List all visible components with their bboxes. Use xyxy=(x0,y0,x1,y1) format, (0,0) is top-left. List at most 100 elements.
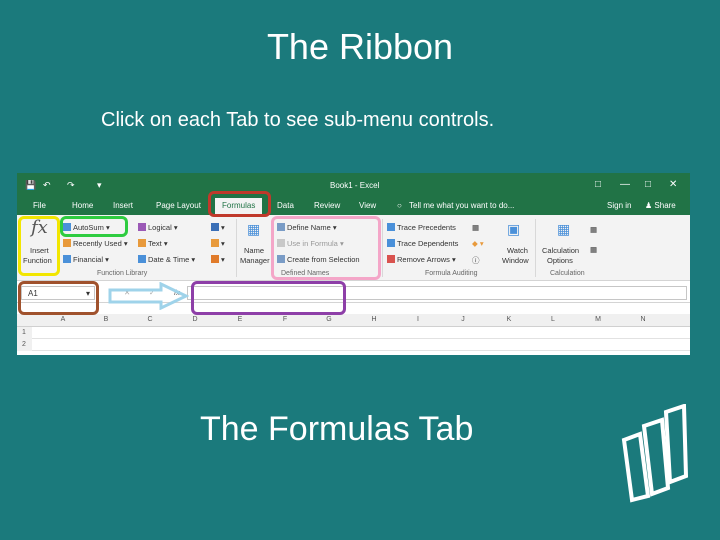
show-formulas-icon[interactable]: ▦ xyxy=(472,223,479,232)
share-button[interactable]: ♟ Share xyxy=(645,201,676,210)
recently-used-label: Recently Used xyxy=(73,239,122,248)
trace-dependents-label: Trace Dependents xyxy=(397,239,459,248)
text-label: Text xyxy=(148,239,162,248)
tab-insert[interactable]: Insert xyxy=(113,201,133,210)
redo-icon[interactable]: ↷ xyxy=(67,180,75,191)
column-header[interactable]: C xyxy=(142,316,158,323)
logo xyxy=(621,404,689,503)
calculation-options-label-1: Calculation xyxy=(542,246,580,255)
name-manager-icon: ▦ xyxy=(247,221,261,237)
row-number[interactable]: 2 xyxy=(17,339,32,351)
column-header[interactable]: A xyxy=(55,316,71,323)
slide-caption: The Formulas Tab xyxy=(200,410,474,448)
column-headers: A B C D E F G H I J K L M N xyxy=(17,314,690,327)
tab-view[interactable]: View xyxy=(359,201,376,210)
logical-icon xyxy=(138,223,146,231)
remove-arrows-icon xyxy=(387,255,395,263)
tell-me-box[interactable]: Tell me what you want to do... xyxy=(409,201,514,210)
close-icon[interactable]: ✕ xyxy=(669,179,677,190)
column-header[interactable]: F xyxy=(277,316,293,323)
recently-used-button[interactable]: Recently Used ▾ xyxy=(63,239,128,248)
sign-in-link[interactable]: Sign in xyxy=(607,201,631,210)
share-label: Share xyxy=(654,201,676,210)
remove-arrows-label: Remove Arrows xyxy=(397,255,450,264)
calculator-icon: ▦ xyxy=(557,221,571,237)
column-header[interactable]: N xyxy=(635,316,651,323)
highlight-autosum xyxy=(60,216,128,237)
watch-window-icon: ▣ xyxy=(507,221,521,237)
error-checking-icon[interactable]: ◆ ▾ xyxy=(472,239,484,248)
customize-qat-icon[interactable]: ▾ xyxy=(97,180,102,191)
minimize-icon[interactable]: — xyxy=(620,179,630,190)
share-icon: ♟ xyxy=(645,201,653,210)
column-header[interactable]: K xyxy=(501,316,517,323)
remove-arrows-button[interactable]: Remove Arrows ▾ xyxy=(387,255,456,264)
date-time-button[interactable]: Date & Time ▾ xyxy=(138,255,195,264)
title-bar: 💾 ↶ ↷ ▾ Book1 - Excel □ — □ ✕ xyxy=(17,173,690,197)
date-time-label: Date & Time xyxy=(148,255,190,264)
more-functions-button[interactable]: ▾ xyxy=(211,255,225,264)
column-header[interactable]: J xyxy=(455,316,471,323)
separator xyxy=(382,219,383,277)
tab-home[interactable]: Home xyxy=(72,201,93,210)
highlight-formulas-tab xyxy=(208,191,271,217)
tab-data[interactable]: Data xyxy=(277,201,294,210)
maximize-icon[interactable]: □ xyxy=(645,179,651,190)
column-header[interactable]: G xyxy=(321,316,337,323)
lightbulb-icon: ○ xyxy=(397,201,402,210)
financial-icon xyxy=(63,255,71,263)
table-row: 2 xyxy=(17,339,690,351)
math-icon xyxy=(211,239,219,247)
lookup-icon xyxy=(211,223,219,231)
ribbon-display-icon[interactable]: □ xyxy=(595,179,601,190)
text-icon xyxy=(138,239,146,247)
math-trig-button[interactable]: ▾ xyxy=(211,239,225,248)
column-header[interactable]: B xyxy=(98,316,114,323)
trace-precedents-label: Trace Precedents xyxy=(397,223,456,232)
highlight-defined-names xyxy=(271,216,381,280)
column-header[interactable]: E xyxy=(232,316,248,323)
column-header[interactable]: M xyxy=(590,316,606,323)
evaluate-formula-icon[interactable]: ⓘ xyxy=(472,255,480,266)
highlight-name-box xyxy=(18,281,99,315)
table-row: 1 xyxy=(17,327,690,339)
window-title: Book1 - Excel xyxy=(330,181,380,190)
text-button[interactable]: Text ▾ xyxy=(138,239,168,248)
trace-precedents-button[interactable]: Trace Precedents xyxy=(387,223,456,232)
lookup-reference-button[interactable]: ▾ xyxy=(211,223,225,232)
highlight-insert-function xyxy=(18,216,60,276)
tab-review[interactable]: Review xyxy=(314,201,340,210)
name-manager-label-2: Manager xyxy=(240,256,270,265)
save-icon[interactable]: 💾 xyxy=(25,180,36,191)
trace-precedents-icon xyxy=(387,223,395,231)
formula-auditing-label: Formula Auditing xyxy=(425,270,478,277)
column-header[interactable]: L xyxy=(545,316,561,323)
calculate-sheet-icon[interactable]: ▦ xyxy=(590,245,597,254)
undo-icon[interactable]: ↶ xyxy=(43,180,51,191)
slide-title: The Ribbon xyxy=(266,26,454,67)
trace-dependents-icon xyxy=(387,239,395,247)
watch-window-label-1: Watch xyxy=(507,246,528,255)
calculation-options-label-2: Options xyxy=(547,256,573,265)
column-header[interactable]: I xyxy=(410,316,426,323)
calculate-now-icon[interactable]: ▦ xyxy=(590,225,597,234)
logical-button[interactable]: Logical ▾ xyxy=(138,223,178,232)
row-number[interactable]: 1 xyxy=(17,327,32,339)
arrow-right-icon xyxy=(108,282,189,310)
financial-button[interactable]: Financial ▾ xyxy=(63,255,109,264)
more-functions-icon xyxy=(211,255,219,263)
column-header[interactable]: H xyxy=(366,316,382,323)
tab-page-layout[interactable]: Page Layout xyxy=(156,201,201,210)
calendar-icon xyxy=(138,255,146,263)
name-manager-label-1: Name xyxy=(244,246,265,255)
separator xyxy=(236,219,237,277)
star-icon xyxy=(63,239,71,247)
highlight-formula-bar xyxy=(191,281,346,315)
column-header[interactable]: D xyxy=(187,316,203,323)
trace-dependents-button[interactable]: Trace Dependents xyxy=(387,239,458,248)
ribbon-tabs: File Home Insert Page Layout Formulas Da… xyxy=(17,197,690,215)
calculation-label: Calculation xyxy=(550,270,585,277)
tab-file[interactable]: File xyxy=(33,201,46,210)
watch-window-label-2: Window xyxy=(502,256,529,265)
function-library-label: Function Library xyxy=(97,270,148,277)
